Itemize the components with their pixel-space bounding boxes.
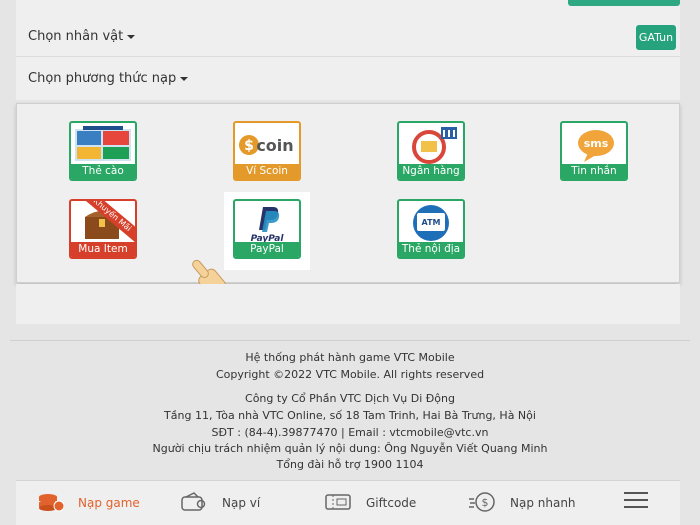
payment-method-select-label: Chọn phương thức nạp (28, 71, 177, 86)
method-buy-item[interactable]: Khuyến Mãi Mua Item (69, 199, 137, 259)
ticket-icon (324, 492, 352, 515)
footer-publisher: Hệ thống phát hành game VTC Mobile (245, 351, 455, 364)
nav-label: Nạp nhanh (510, 496, 576, 510)
method-label: Thẻ nội địa (399, 242, 463, 257)
svg-text:$: $ (244, 138, 254, 154)
gatun-button[interactable]: GATun (636, 25, 676, 50)
chevron-down-icon (127, 34, 136, 39)
atm-card-icon: ATM (401, 203, 461, 243)
method-label: Ví Scoin (235, 164, 299, 179)
method-label: PayPal (235, 242, 299, 257)
paypal-icon: PayPal (237, 203, 297, 243)
method-label: Tin nhắn (562, 164, 626, 179)
nav-giftcode[interactable]: Giftcode (324, 491, 416, 515)
footer-address: Tầng 11, Tòa nhà VTC Online, số 18 Tam T… (164, 409, 536, 422)
character-select-label: Chọn nhân vật (28, 29, 124, 44)
footer-hotline: Tổng đài hỗ trợ 1900 1104 (276, 458, 424, 471)
top-action-button[interactable] (568, 0, 680, 6)
footer-company: Công ty Cổ Phần VTC Dịch Vụ Di Động (245, 392, 455, 405)
svg-text:$: $ (482, 496, 489, 509)
method-sms[interactable]: sms Tin nhắn (560, 121, 628, 181)
nav-nap-nhanh[interactable]: $ Nạp nhanh (468, 491, 576, 515)
nav-label: Nạp game (78, 496, 140, 510)
scratch-card-icon (73, 125, 133, 165)
coins-stack-icon (38, 492, 65, 515)
divider (16, 56, 680, 57)
footer-copyright: Copyright ©2022 VTC Mobile. All rights r… (215, 368, 485, 381)
footer-contact: SĐT : (84-4).39877470 | Email : vtcmobil… (211, 426, 489, 439)
method-scratch-card[interactable]: Thẻ cào (69, 121, 137, 181)
footer-divider (10, 340, 690, 341)
nav-label: Giftcode (366, 496, 417, 510)
method-scoin-wallet[interactable]: $ coin Ví Scoin (233, 121, 301, 181)
atm-art-text: ATM (422, 218, 441, 227)
bottom-nav: Nạp game Nạp ví Giftcode $ Nạp nhanh (16, 480, 680, 525)
hamburger-menu-icon[interactable] (624, 492, 648, 510)
scoin-wallet-icon: $ coin (237, 125, 297, 165)
method-paypal[interactable]: PayPal PayPal (233, 199, 301, 259)
fast-coin-icon: $ (468, 491, 496, 516)
bank-icon (401, 125, 461, 165)
method-label: Mua Item (71, 242, 135, 257)
method-label: Ngân hàng (399, 164, 463, 179)
scoin-art-text: coin (256, 136, 293, 155)
character-select[interactable]: Chọn nhân vật (28, 29, 136, 44)
payment-method-select[interactable]: Chọn phương thức nạp (28, 71, 189, 86)
gatun-label: GATun (638, 31, 674, 44)
content-bottom (16, 284, 680, 324)
nav-nap-vi[interactable]: Nạp ví (180, 491, 260, 515)
top-panel: Chọn nhân vật GATun Chọn phương thức nạp (16, 0, 680, 100)
footer-responsible: Người chịu trách nhiệm quản lý nội dung:… (152, 442, 548, 455)
nav-nap-game[interactable]: Nạp game (38, 491, 140, 515)
method-atm-card[interactable]: ATM Thẻ nội địa (397, 199, 465, 259)
sms-art-text: sms (584, 137, 609, 150)
method-label: Thẻ cào (71, 164, 135, 179)
method-bank[interactable]: Ngân hàng (397, 121, 465, 181)
wallet-icon (180, 491, 208, 515)
nav-label: Nạp ví (222, 496, 261, 510)
sms-icon: sms (564, 125, 624, 165)
chevron-down-icon (180, 76, 189, 81)
